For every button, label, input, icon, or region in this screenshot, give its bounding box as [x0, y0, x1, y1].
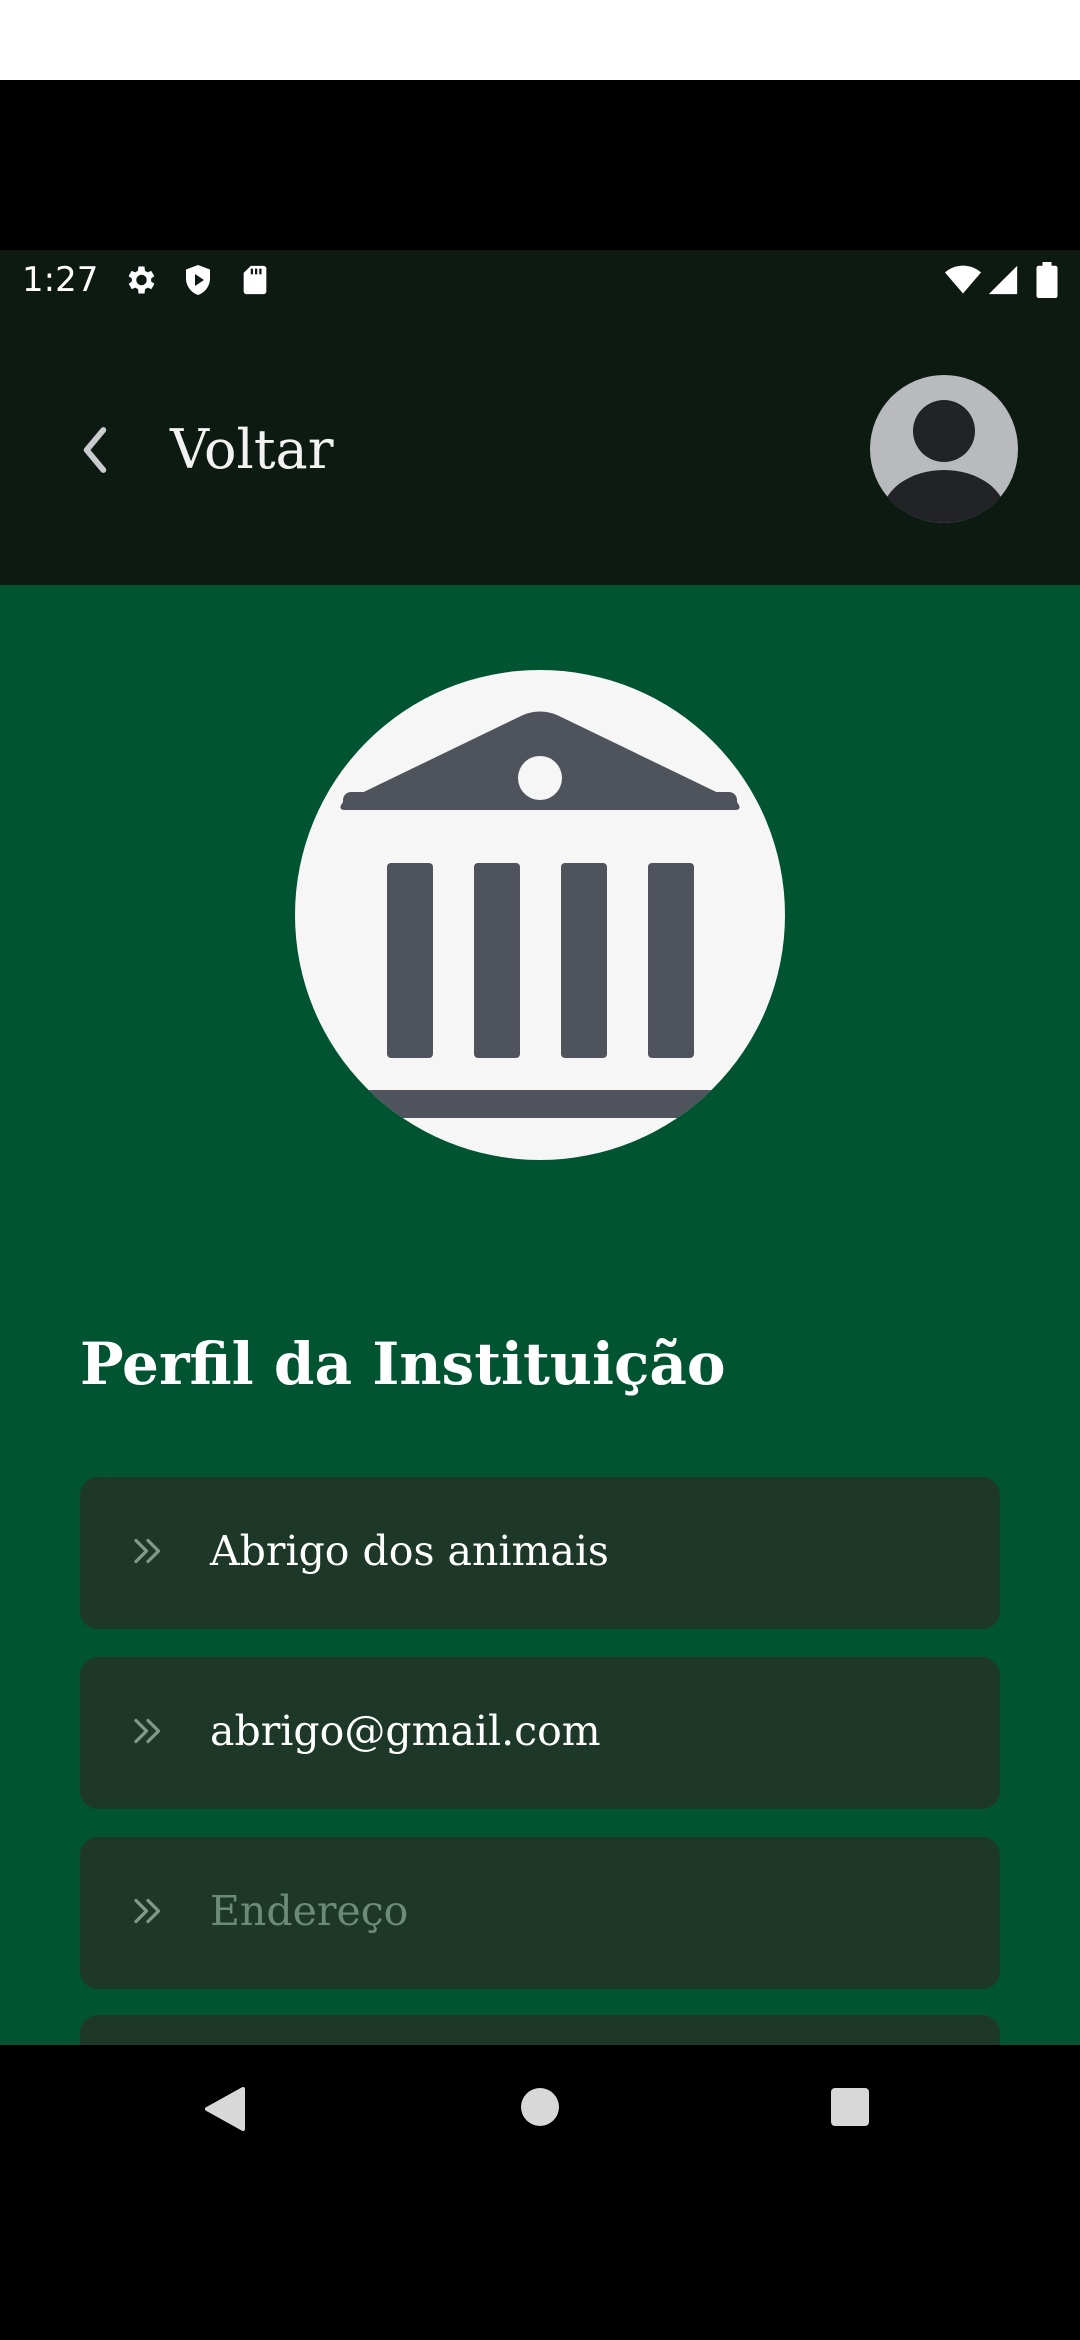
status-bar: 1:27: [0, 250, 1080, 315]
back-button[interactable]: Voltar: [40, 385, 360, 515]
section-title: Perfil da Instituição: [80, 1330, 726, 1398]
nav-back-icon[interactable]: [203, 2085, 247, 2133]
double-chevron-right-icon: [134, 1898, 161, 1924]
double-chevron-right-icon: [134, 1538, 161, 1564]
nav-recents-icon[interactable]: [830, 2087, 870, 2127]
wifi-icon: [945, 265, 981, 294]
institution-name-value: Abrigo dos animais: [210, 1527, 609, 1575]
signal-icon: [988, 265, 1018, 295]
institution-profile-content: Perfil da Instituição Abrigo dos animais…: [0, 585, 1080, 2045]
institution-next-field[interactable]: [80, 2015, 1000, 2045]
institution-email-value: abrigo@gmail.com: [210, 1707, 601, 1755]
nav-home-icon[interactable]: [520, 2087, 560, 2127]
top-black-area: [0, 80, 1080, 250]
battery-icon: [1036, 262, 1058, 298]
top-blank-area: [0, 0, 1080, 80]
shield-play-icon: [186, 265, 210, 295]
status-time: 1:27: [22, 260, 99, 300]
gear-icon: [128, 266, 155, 294]
institution-building-icon: [295, 670, 785, 1160]
double-chevron-right-icon: [134, 1718, 161, 1744]
institution-address-field[interactable]: Endereço: [80, 1837, 1000, 1989]
sd-card-icon: [243, 265, 267, 295]
user-avatar-icon[interactable]: [870, 375, 1018, 523]
institution-address-placeholder: Endereço: [210, 1887, 409, 1935]
chevron-left-icon: [83, 427, 107, 473]
navigation-bar: [0, 2045, 1080, 2340]
back-label: Voltar: [170, 418, 334, 481]
institution-name-field[interactable]: Abrigo dos animais: [80, 1477, 1000, 1629]
app-bar: Voltar: [0, 315, 1080, 585]
institution-email-field[interactable]: abrigo@gmail.com: [80, 1657, 1000, 1809]
